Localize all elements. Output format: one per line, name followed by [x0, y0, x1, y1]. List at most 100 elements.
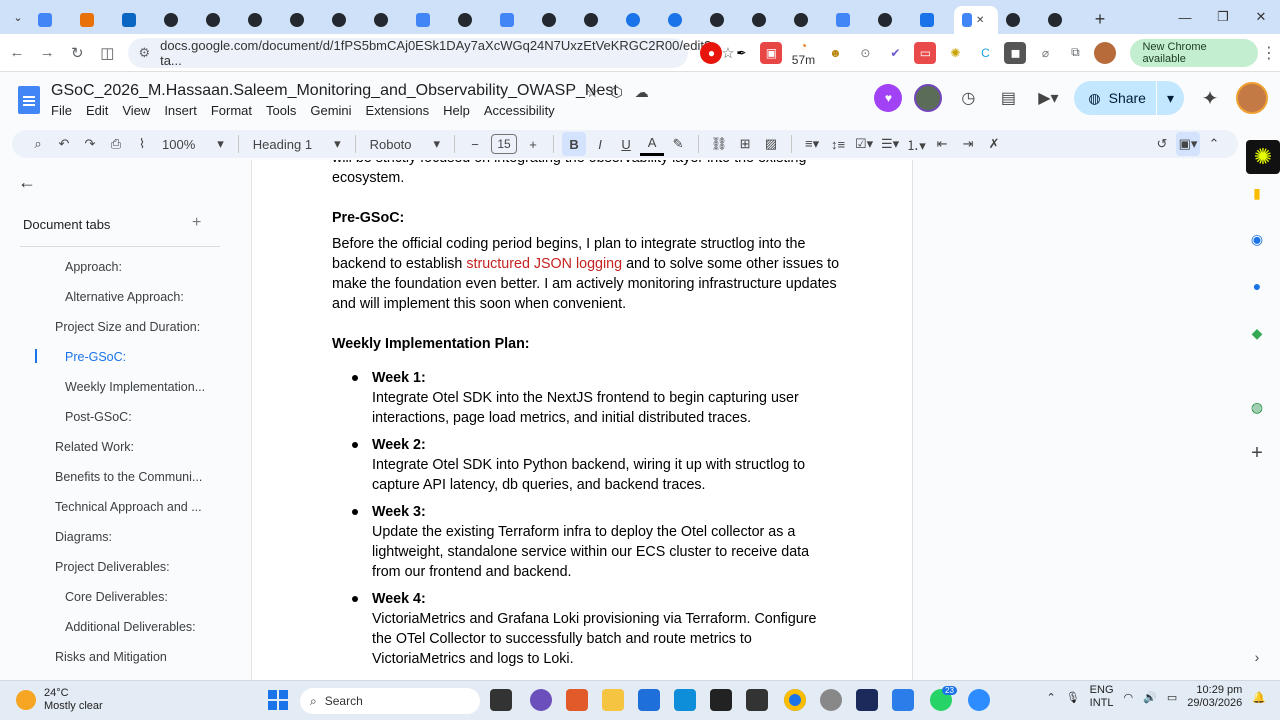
browser-tab[interactable] — [366, 7, 408, 33]
browser-tab[interactable] — [282, 7, 324, 33]
print-icon[interactable]: ⎙ — [104, 132, 128, 156]
font-size-field[interactable]: 15 — [491, 134, 518, 154]
browser-tab[interactable] — [408, 7, 450, 33]
clock[interactable]: 10:29 pm 29/03/2026 — [1187, 684, 1242, 710]
battery-icon[interactable]: ▭ — [1167, 691, 1177, 704]
extension-icon[interactable]: ▭ — [914, 41, 937, 64]
share-button[interactable]: ◍ Share ▾ — [1074, 81, 1184, 115]
menu-accessibility[interactable]: Accessibility — [484, 103, 555, 118]
vscode-icon[interactable] — [892, 689, 914, 711]
show-hidden-icons-chevron-icon[interactable]: ⌃ — [1046, 691, 1055, 704]
menu-extensions[interactable]: Extensions — [366, 103, 430, 118]
zoom-icon[interactable] — [968, 689, 990, 711]
decrease-indent-icon[interactable]: ⇤ — [930, 132, 954, 156]
browser-tab[interactable] — [30, 7, 72, 33]
browser-tab[interactable] — [786, 7, 828, 33]
get-addons-plus-icon[interactable]: + — [1246, 442, 1268, 464]
outline-item[interactable]: Approach: — [65, 260, 122, 274]
browser-tab[interactable] — [114, 7, 156, 33]
site-info-icon[interactable]: ⚙ — [138, 45, 150, 61]
close-window-button[interactable]: ✕ — [1242, 0, 1280, 34]
wifi-icon[interactable]: ◠ — [1124, 691, 1134, 704]
addon-icon[interactable]: ◍ — [1246, 396, 1268, 418]
outline-item[interactable]: Additional Deliverables: — [65, 620, 196, 634]
comments-icon[interactable]: ▤ — [994, 84, 1022, 112]
gemini-chip-icon[interactable]: ♥ — [874, 84, 903, 112]
bold-button[interactable]: B — [562, 132, 587, 156]
profile-avatar[interactable] — [1094, 41, 1117, 64]
outline-item-active[interactable]: Pre-GSoC: — [65, 350, 126, 364]
copilot-icon[interactable] — [530, 689, 552, 711]
structured-json-logging-link[interactable]: structured JSON logging — [466, 256, 622, 272]
extension-icon[interactable]: ● — [700, 41, 723, 64]
maps-icon[interactable]: ◆ — [1246, 322, 1268, 344]
browser-tab[interactable] — [198, 7, 240, 33]
language-indicator[interactable]: ENG INTL — [1090, 684, 1114, 710]
extension-icon[interactable]: ▣ — [760, 41, 783, 64]
browser-tab[interactable] — [450, 7, 492, 33]
document-title[interactable]: GSoC_2026_M.Hassaan.Saleem_Monitoring_an… — [51, 82, 618, 100]
text-color-button[interactable]: A — [640, 132, 665, 156]
taskbar-search-box[interactable]: ⌕ Search — [300, 688, 480, 714]
highlight-color-icon[interactable]: ✎ — [666, 132, 690, 156]
underline-button[interactable]: U — [614, 132, 638, 156]
outline-item[interactable]: Risks and Mitigation — [55, 650, 167, 664]
browser-tab[interactable] — [324, 7, 366, 33]
outline-item[interactable]: Benefits to the Communi... — [55, 470, 202, 484]
maximize-button[interactable]: ❐ — [1204, 0, 1242, 34]
zoom-select[interactable]: 100% ▾ — [156, 132, 230, 156]
extension-icon[interactable]: ✔ — [884, 42, 906, 64]
office-icon[interactable] — [566, 689, 588, 711]
calendar-app-icon[interactable] — [674, 689, 696, 711]
outline-item[interactable]: Technical Approach and ... — [55, 500, 202, 514]
tab-search-button[interactable]: ⌄ — [6, 5, 30, 29]
insert-image-icon[interactable]: ▨ — [759, 132, 783, 156]
decrease-font-size-button[interactable]: − — [463, 132, 487, 156]
menu-help[interactable]: Help — [443, 103, 470, 118]
app-icon[interactable] — [856, 689, 878, 711]
bulleted-list-icon[interactable]: ☰▾ — [878, 132, 902, 156]
task-view-icon[interactable] — [490, 689, 512, 711]
align-select-icon[interactable]: ≡▾ — [800, 132, 824, 156]
document-page[interactable]: will be strictly focused on integrating … — [251, 160, 913, 680]
extension-side-icon[interactable]: ✺ — [1246, 140, 1280, 174]
collaborator-avatar[interactable] — [914, 84, 943, 112]
menu-file[interactable]: File — [51, 103, 72, 118]
undo-icon[interactable]: ↶ — [52, 132, 76, 156]
browser-tab[interactable] — [618, 7, 660, 33]
menu-insert[interactable]: Insert — [164, 103, 197, 118]
extension-icon[interactable]: ◼ — [1004, 41, 1027, 64]
add-comment-icon[interactable]: ⊞ — [733, 132, 757, 156]
chrome-icon[interactable] — [784, 689, 806, 711]
notion-icon[interactable] — [710, 689, 732, 711]
google-docs-logo-icon[interactable] — [18, 86, 40, 114]
weather-widget[interactable]: 24°C Mostly clear — [16, 687, 103, 713]
contacts-icon[interactable]: ● — [1246, 275, 1268, 297]
outline-item[interactable]: Weekly Implementation... — [65, 380, 205, 394]
numbered-list-icon[interactable]: ⒈▾ — [904, 132, 928, 156]
forward-button[interactable]: → — [34, 39, 60, 67]
side-panel-icon[interactable]: ◫ — [94, 39, 120, 67]
menu-edit[interactable]: Edit — [86, 103, 108, 118]
paint-format-icon[interactable]: ⌇ — [130, 132, 154, 156]
outline-item[interactable]: Core Deliverables: — [65, 590, 168, 604]
add-tab-icon[interactable]: + — [192, 214, 201, 232]
font-select[interactable]: Roboto ▾ — [364, 132, 446, 156]
menu-gemini[interactable]: Gemini — [310, 103, 351, 118]
chrome-menu-icon[interactable]: ⋮ — [1258, 43, 1280, 63]
hide-menus-chevron-up-icon[interactable]: ⌃ — [1202, 132, 1226, 156]
image-edit-mode-icon[interactable]: ▣▾ — [1176, 132, 1200, 156]
browser-tab[interactable] — [998, 7, 1040, 33]
star-icon[interactable]: ☆ — [586, 84, 599, 101]
outline-item[interactable]: Post-GSoC: — [65, 410, 132, 424]
volume-icon[interactable]: 🔊 — [1143, 691, 1157, 704]
extension-icon[interactable]: C — [974, 42, 996, 64]
tasks-icon[interactable]: ◉ — [1246, 228, 1268, 250]
browser-tab[interactable] — [156, 7, 198, 33]
windows-start-icon[interactable] — [268, 690, 288, 710]
extension-icon[interactable]: ✺ — [944, 42, 966, 64]
active-browser-tab[interactable]: ✕ — [954, 6, 998, 34]
browser-tab[interactable] — [72, 7, 114, 33]
account-avatar[interactable] — [1236, 82, 1268, 114]
url-field[interactable]: ⚙ docs.google.com/document/d/1fPS5bmCAj0… — [128, 37, 735, 68]
